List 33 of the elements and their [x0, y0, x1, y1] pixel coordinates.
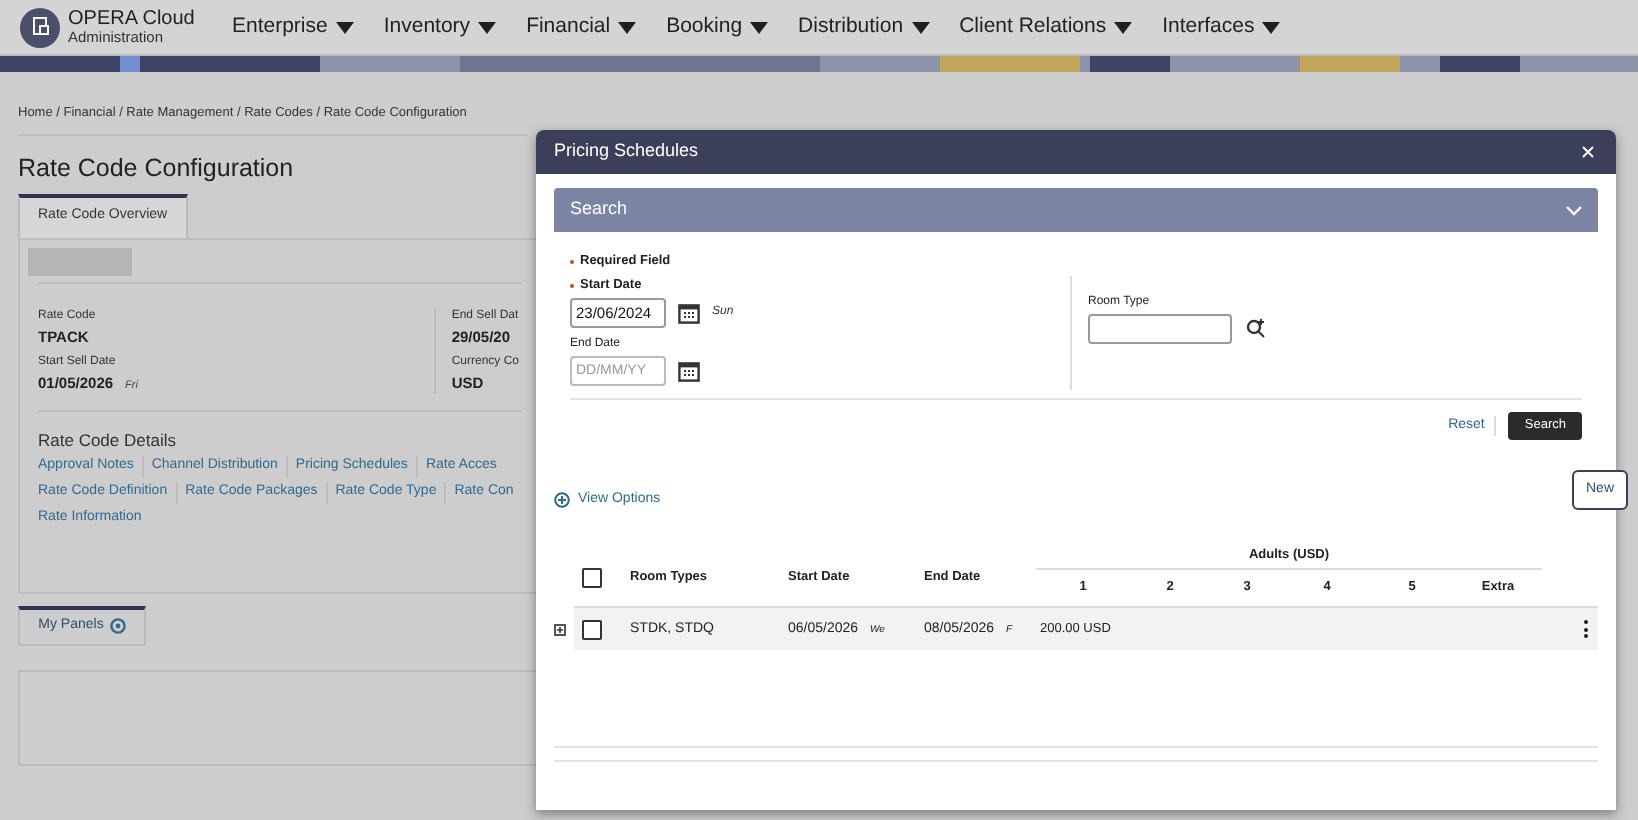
menu-item[interactable]: Enterprise — [232, 11, 354, 43]
menu-item[interactable]: Client Relations — [959, 11, 1133, 43]
checkbox[interactable] — [582, 619, 602, 640]
caret-icon — [1262, 21, 1281, 33]
caret-icon — [750, 21, 769, 33]
search-icon[interactable] — [1246, 318, 1266, 339]
caret-icon — [618, 21, 637, 33]
caret-icon — [1114, 21, 1133, 33]
caret-icon — [911, 21, 930, 33]
page-title: Rate Code Configuration — [18, 151, 294, 186]
app-title: OPERA Cloud — [68, 9, 195, 27]
close-button[interactable] — [1578, 142, 1598, 162]
menu-item[interactable]: Financial — [526, 11, 637, 43]
menu-item[interactable]: Distribution — [798, 11, 930, 43]
menu-item[interactable]: Interfaces — [1162, 11, 1281, 43]
chevron-icon — [1566, 205, 1582, 215]
expand-icon[interactable] — [554, 624, 566, 637]
section-title: Rate Code Details — [38, 428, 178, 454]
dialog-title: Pricing Schedules — [554, 138, 699, 165]
close-icon — [1582, 146, 1594, 158]
gear-icon — [109, 618, 126, 634]
checkbox[interactable] — [582, 568, 602, 589]
plus-circle-icon — [554, 492, 570, 508]
room-type-field[interactable] — [1088, 313, 1232, 344]
calendar-icon[interactable] — [678, 301, 700, 323]
caret-icon — [335, 21, 354, 33]
menu-item[interactable]: Inventory — [383, 11, 497, 43]
placeholder-block — [28, 247, 132, 275]
menu-item[interactable]: Booking — [666, 11, 769, 43]
calendar-icon[interactable] — [678, 359, 700, 381]
search-section-header[interactable]: Search — [554, 188, 1598, 232]
caret-icon — [478, 21, 497, 33]
logo-icon — [20, 7, 60, 47]
